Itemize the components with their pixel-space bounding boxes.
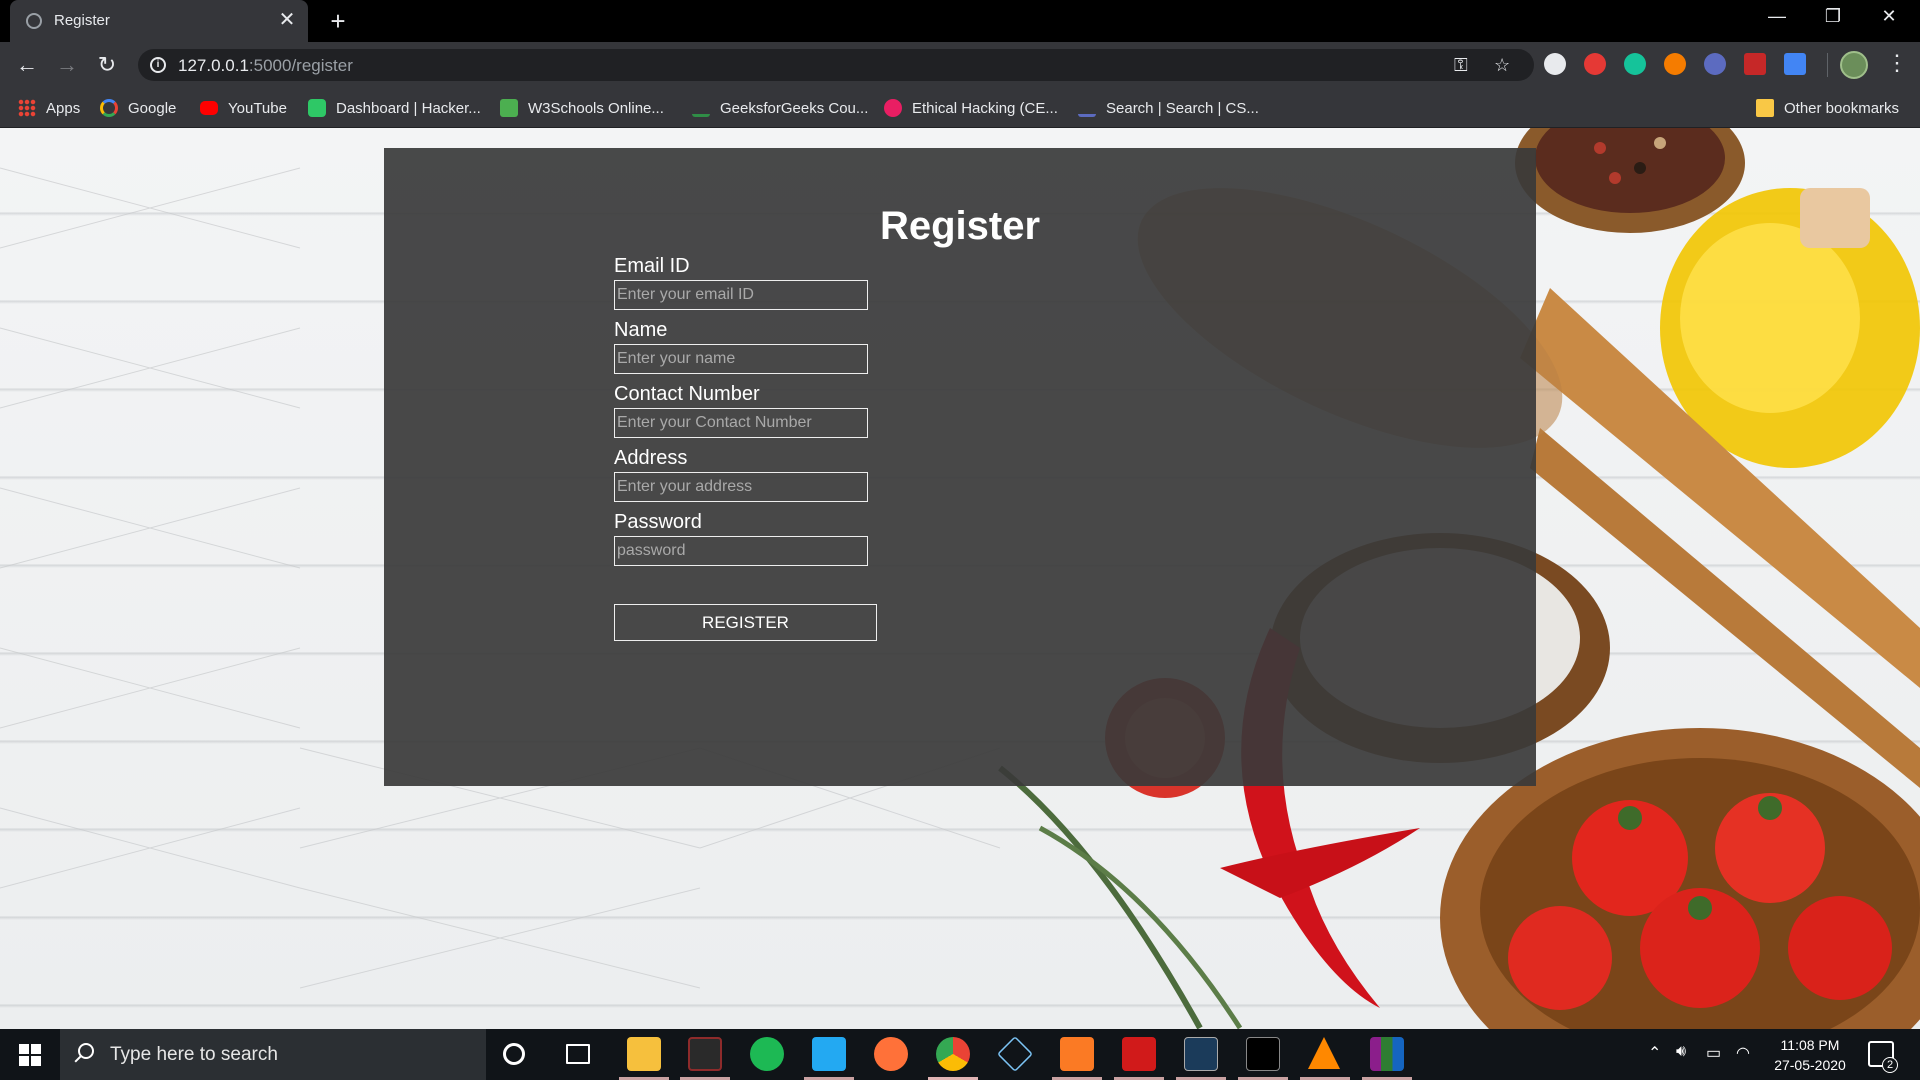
site-info-icon[interactable]: i [150,57,166,73]
profile-avatar[interactable] [1840,51,1868,79]
minimize-button[interactable]: — [1754,6,1800,27]
new-tab-button[interactable]: + [324,6,352,37]
url-text[interactable]: 127.0.0.1:5000/register [178,56,353,76]
extension-icon[interactable] [1704,53,1726,75]
notification-count-badge: 2 [1882,1057,1898,1073]
key-icon[interactable]: ⚿ [1454,55,1468,76]
register-button[interactable]: REGISTER [614,604,877,641]
xampp-icon[interactable] [1060,1037,1094,1071]
virtualbox-icon[interactable] [996,1035,1034,1073]
bookmark-hackerrank[interactable]: Dashboard | Hacker... [308,88,481,128]
taskbar-search-input[interactable]: Type here to search [60,1029,486,1080]
address-label: Address [614,447,688,469]
windows-taskbar: Type here to search ⌃ 🔊︎ ▭ ◠ 11:08 PM 27… [0,1029,1920,1080]
system-clock[interactable]: 11:08 PM 27-05-2020 [1768,1035,1852,1075]
grammarly-icon[interactable] [1624,53,1646,75]
hackerrank-icon [308,99,326,117]
file-explorer-icon[interactable] [627,1037,661,1071]
predator-sense-icon[interactable] [688,1037,722,1071]
page-viewport: Register Email ID Name Contact Number Ad… [0,128,1920,1029]
spotify-icon[interactable] [750,1037,784,1071]
youtube-icon [200,101,218,115]
chrome-icon[interactable] [936,1037,970,1071]
address-bar[interactable]: i 127.0.0.1:5000/register ⚿ ☆ [138,49,1534,81]
tab-title: Register [54,12,110,29]
bookmark-ethical-hacking[interactable]: Ethical Hacking (CE... [884,88,1058,128]
reload-button[interactable]: ↻ [92,51,122,79]
search-icon [78,1043,94,1059]
search-cs-icon [1078,99,1096,117]
cortana-icon[interactable] [503,1043,525,1065]
register-panel: Register Email ID Name Contact Number Ad… [384,148,1536,786]
bookmark-google[interactable]: Google [100,88,176,128]
close-window-button[interactable]: ✕ [1866,6,1912,27]
close-tab-icon[interactable]: ✕ [276,9,298,31]
winrar-icon[interactable] [1370,1037,1404,1071]
firefox-icon[interactable] [874,1037,908,1071]
bookmark-search-cs[interactable]: Search | Search | CS... [1078,88,1259,128]
bookmark-w3schools[interactable]: W3Schools Online... [500,88,664,128]
volume-icon[interactable]: 🔊︎ [1676,1043,1686,1061]
terminal-icon[interactable] [1246,1037,1280,1071]
clock-time: 11:08 PM [1780,1037,1840,1053]
browser-tab[interactable]: Register ✕ [10,0,308,42]
contact-number-field[interactable] [614,408,868,438]
folder-icon [1756,99,1774,117]
extension-icon[interactable] [1584,53,1606,75]
translate-icon[interactable] [1784,53,1806,75]
battery-icon[interactable]: ▭ [1706,1043,1721,1063]
extension-icon[interactable] [1544,53,1566,75]
address-field[interactable] [614,472,868,502]
ethical-hacking-icon [884,99,902,117]
globe-icon [26,13,42,29]
back-button[interactable]: ← [12,51,42,79]
wifi-icon[interactable]: ◠ [1736,1043,1750,1063]
task-view-icon[interactable] [566,1044,590,1064]
taskbar-search-placeholder: Type here to search [110,1044,278,1065]
bookmarks-bar: Apps Google YouTube Dashboard | Hacker..… [0,88,1920,128]
acrobat-icon[interactable] [1122,1037,1156,1071]
email-label: Email ID [614,255,690,277]
bookmark-youtube[interactable]: YouTube [200,88,287,128]
name-field[interactable] [614,344,868,374]
geeksforgeeks-icon [692,99,710,117]
other-bookmarks[interactable]: Other bookmarks [1756,88,1899,128]
forward-button[interactable]: → [52,51,82,79]
vscode-icon[interactable] [812,1037,846,1071]
email-field[interactable] [614,280,868,310]
bookmark-apps[interactable]: Apps [18,88,80,128]
extension-icon[interactable] [1664,53,1686,75]
page-title: Register [879,204,1041,248]
contact-number-label: Contact Number [614,383,760,405]
register-form: Email ID Name Contact Number Address Pas… [614,252,884,641]
vlc-icon[interactable] [1308,1037,1340,1069]
star-bookmark-icon[interactable]: ☆ [1494,55,1510,76]
google-icon [100,99,118,117]
chevron-up-icon[interactable]: ⌃ [1648,1043,1661,1063]
mysql-icon[interactable] [1184,1037,1218,1071]
browser-title-bar: Register ✕ + — ❐ ✕ [0,0,1920,42]
clock-date: 27-05-2020 [1774,1057,1846,1073]
password-field[interactable] [614,536,868,566]
browser-menu-icon[interactable]: ⋮ [1886,50,1908,76]
windows-start-icon[interactable] [0,1029,60,1080]
toolbar-divider [1827,53,1828,77]
password-label: Password [614,511,702,533]
w3schools-icon [500,99,518,117]
bookmark-geeksforgeeks[interactable]: GeeksforGeeks Cou... [692,88,868,128]
browser-toolbar: ← → ↻ i 127.0.0.1:5000/register ⚿ ☆ ⋮ [0,42,1920,88]
extension-icon[interactable] [1744,53,1766,75]
apps-grid-icon [18,99,36,117]
restore-button[interactable]: ❐ [1810,6,1856,27]
name-label: Name [614,319,668,341]
